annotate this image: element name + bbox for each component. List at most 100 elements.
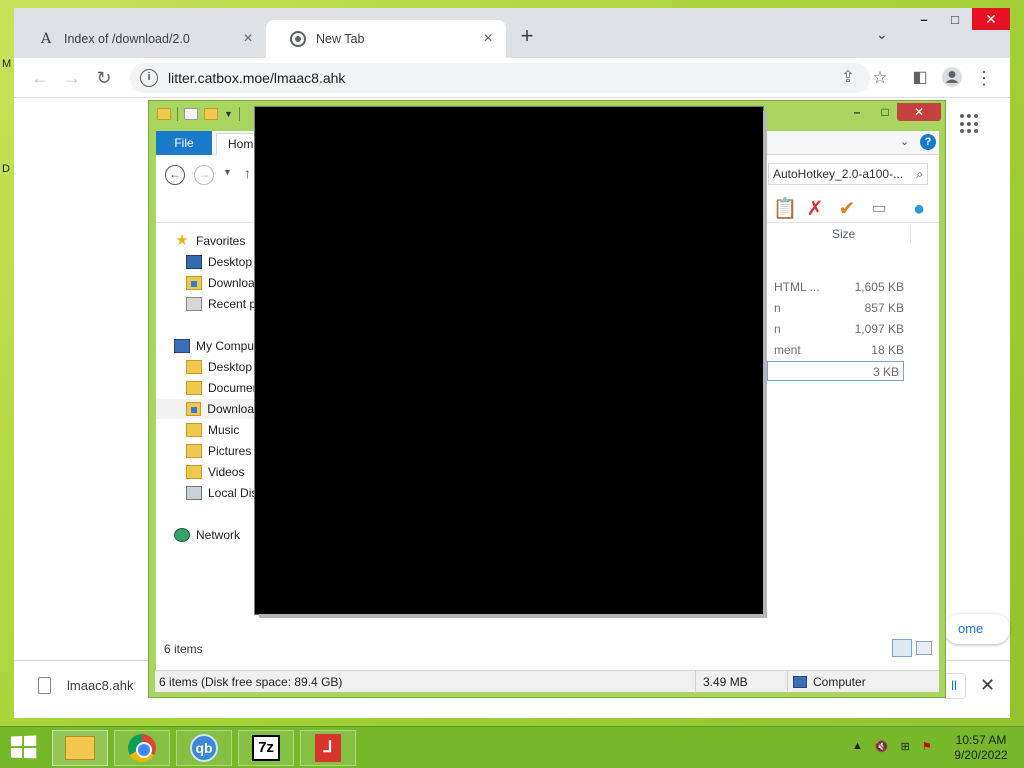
tab-close-icon[interactable]: × — [480, 30, 496, 48]
address-bar[interactable]: i litter.catbox.moe/lmaac8.ahk — [130, 63, 870, 93]
folder-icon — [186, 381, 202, 395]
show-hidden-icons-chevron-icon[interactable]: ▲ — [852, 740, 863, 753]
download-filename: lmaac8.ahk — [67, 678, 134, 693]
recent-locations-chevron-icon[interactable]: ▼ — [223, 167, 232, 177]
file-row[interactable]: n 857 KB — [768, 298, 904, 318]
desktop-icon-label-d: D — [2, 163, 10, 175]
forward-arrow-icon[interactable]: → — [194, 165, 214, 185]
taskbar-pdf-app[interactable]: ⅃ — [300, 730, 356, 766]
explorer-maximize-button[interactable]: □ — [871, 103, 899, 121]
tree-item-network[interactable]: Network — [174, 525, 240, 545]
tree-label: Network — [196, 528, 241, 542]
tree-label: Desktop — [208, 360, 253, 374]
chrome-favicon-icon — [290, 31, 306, 47]
tree-item-documents[interactable]: Documen — [186, 378, 259, 398]
tree-item-desktop[interactable]: Desktop — [186, 252, 252, 272]
apache-favicon-icon: A — [40, 31, 52, 47]
column-header-size[interactable]: Size — [832, 227, 855, 241]
system-tray: ▲ 🔇 ⊞ ⚑ — [852, 740, 932, 753]
file-row[interactable]: ment 18 KB — [768, 340, 904, 360]
file-size: 1,097 KB — [854, 322, 904, 336]
tab-strip: A Index of /download/2.0 × New Tab × + ⌄… — [14, 8, 1010, 58]
google-apps-icon[interactable] — [960, 114, 980, 134]
explorer-minimize-button[interactable]: – — [843, 103, 871, 121]
status-bar: 6 items — [156, 637, 939, 661]
globe-icon[interactable]: ● — [906, 196, 932, 222]
tree-item-pictures[interactable]: Pictures — [186, 441, 251, 461]
file-row[interactable]: HTML ... 1,605 KB — [768, 277, 904, 297]
blank-black-window[interactable] — [255, 107, 763, 614]
taskbar-file-explorer[interactable] — [52, 730, 108, 766]
tree-item-desktop[interactable]: Desktop — [186, 357, 252, 377]
tree-item-downloads[interactable]: Downloa — [156, 399, 254, 419]
music-folder-icon — [186, 423, 202, 437]
menu-kebab-icon[interactable]: ⋮ — [972, 66, 996, 90]
back-arrow-icon[interactable]: ← — [165, 165, 185, 185]
address-path[interactable]: AutoHotkey_2.0-a100-... ⌕ — [768, 163, 928, 185]
tree-item-favorites[interactable]: ★ Favorites — [174, 231, 245, 251]
minimize-button[interactable]: – — [909, 12, 939, 27]
customize-toolbar-chevron-icon[interactable]: ▼ — [224, 109, 233, 119]
customize-chrome-button[interactable]: ome — [944, 614, 1010, 644]
file-type: HTML ... — [774, 280, 820, 294]
details-view-icon[interactable] — [892, 639, 912, 657]
maximize-button[interactable]: □ — [940, 12, 970, 27]
search-icon[interactable]: ⌕ — [916, 164, 923, 184]
tree-item-music[interactable]: Music — [186, 420, 239, 440]
tree-label: Favorites — [196, 234, 246, 248]
tab-search-chevron-icon[interactable]: ⌄ — [876, 26, 888, 43]
tree-item-downloads[interactable]: Downloa — [186, 273, 255, 293]
tab-new-tab[interactable]: New Tab × — [266, 20, 506, 58]
pictures-folder-icon — [186, 444, 202, 458]
pdf-app-icon: ⅃ — [315, 734, 341, 762]
delete-x-icon[interactable]: ✗ — [802, 196, 828, 222]
new-tab-plus-icon[interactable]: + — [516, 23, 538, 49]
desktop-icon-label-m: M — [2, 58, 12, 70]
new-folder-icon[interactable] — [204, 108, 218, 120]
computer-icon — [174, 339, 190, 353]
explorer-close-button[interactable]: ✕ — [897, 103, 941, 121]
expand-ribbon-chevron-icon[interactable]: ⌄ — [900, 135, 909, 148]
download-bar-close-icon[interactable]: ✕ — [980, 675, 995, 696]
forward-arrow-icon[interactable]: → — [60, 66, 84, 90]
large-icons-view-icon[interactable] — [916, 641, 932, 655]
tab-close-icon[interactable]: × — [240, 30, 256, 48]
file-row[interactable]: n 1,097 KB — [768, 319, 904, 339]
windows-start-icon[interactable] — [10, 735, 38, 760]
taskbar-chrome[interactable] — [114, 730, 170, 766]
tab-index-download[interactable]: A Index of /download/2.0 × — [14, 20, 266, 58]
file-row-selected[interactable]: 3 KB — [767, 361, 904, 381]
tree-item-recent-places[interactable]: Recent pl — [186, 294, 259, 314]
bookmark-star-icon[interactable]: ☆ — [868, 66, 892, 90]
reload-icon[interactable]: ↻ — [92, 66, 116, 90]
file-size: 857 KB — [864, 301, 904, 315]
site-info-icon[interactable]: i — [140, 69, 158, 87]
action-center-flag-icon[interactable]: ⚑ — [922, 740, 932, 753]
ribbon-tab-file[interactable]: File — [156, 131, 212, 155]
download-item[interactable]: lmaac8.ahk — [38, 677, 133, 694]
file-type: ment — [774, 343, 801, 357]
tree-item-local-disk[interactable]: Local Dis — [186, 483, 257, 503]
properties-icon[interactable] — [184, 108, 198, 120]
help-icon[interactable]: ? — [920, 134, 936, 150]
tree-item-my-computer[interactable]: My Compu — [174, 336, 254, 356]
paste-clipboard-icon[interactable]: 📋 — [772, 196, 798, 222]
taskbar-qbittorrent[interactable]: qb — [176, 730, 232, 766]
up-arrow-icon[interactable]: ↑ — [244, 165, 251, 181]
volume-muted-icon[interactable]: 🔇 — [875, 740, 889, 753]
location-label: Computer — [813, 675, 866, 689]
back-arrow-icon[interactable]: ← — [28, 66, 52, 90]
chrome-icon — [128, 734, 156, 762]
taskbar-7zip[interactable]: 7z — [238, 730, 294, 766]
network-status-icon[interactable]: ⊞ — [901, 740, 910, 753]
side-panel-icon[interactable]: ◧ — [908, 66, 932, 90]
rename-icon[interactable]: ▭ — [866, 196, 892, 222]
clock-date: 9/20/2022 — [954, 748, 1008, 762]
checkmark-icon[interactable]: ✔ — [834, 196, 860, 222]
file-icon — [38, 677, 51, 694]
tree-item-videos[interactable]: Videos — [186, 462, 244, 482]
system-clock[interactable]: 10:57 AM 9/20/2022 — [950, 733, 1012, 763]
share-icon[interactable]: ⇪ — [836, 66, 860, 90]
close-button[interactable]: ✕ — [972, 8, 1010, 30]
profile-avatar-icon[interactable] — [940, 66, 964, 90]
